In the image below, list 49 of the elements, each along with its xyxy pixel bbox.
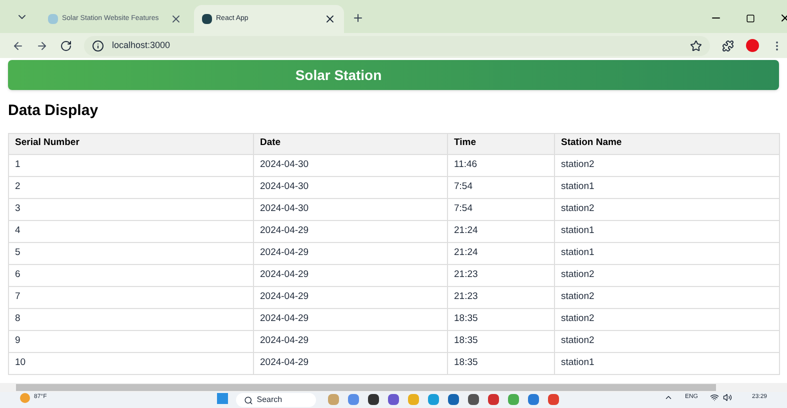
table-cell: 11:46: [448, 154, 555, 176]
address-bar[interactable]: localhost:3000: [84, 36, 710, 56]
table-cell-text: station2: [560, 268, 596, 282]
column-header: Station Name: [560, 136, 623, 150]
table-cell: 5: [9, 242, 254, 264]
table-cell-text: station1: [560, 246, 596, 260]
table-cell: 4: [9, 220, 254, 242]
table-cell: 7:54: [448, 176, 555, 198]
table-cell-text: station1: [560, 180, 596, 194]
table-cell-text: station2: [560, 334, 596, 348]
table-cell-text: station2: [560, 158, 596, 172]
table-cell: 2024-04-29: [254, 352, 448, 374]
table-cell: 10: [9, 352, 254, 374]
table-cell: 21:23: [448, 286, 555, 308]
table-cell: 2024-04-29: [254, 308, 448, 330]
table-cell: 2024-04-30: [254, 176, 448, 198]
table-cell: 21:24: [448, 220, 555, 242]
table-cell: 18:35: [448, 352, 555, 374]
table-cell: 2024-04-30: [254, 154, 448, 176]
table-cell: 9: [9, 330, 254, 352]
column-header: Serial Number: [9, 134, 254, 154]
table-cell: 18:35: [448, 308, 555, 330]
table-cell-text: station1: [560, 224, 596, 238]
url-text: localhost:3000: [112, 38, 170, 52]
table-cell: 2024-04-29: [254, 330, 448, 352]
table-cell: 2024-04-30: [254, 198, 448, 220]
table-cell: 2024-04-29: [254, 220, 448, 242]
table-cell: 1: [9, 154, 254, 176]
column-header: Date: [254, 134, 448, 154]
table-cell: 2024-04-29: [254, 286, 448, 308]
table-cell: 7: [9, 286, 254, 308]
table-cell: 2: [9, 176, 254, 198]
table-cell: 2024-04-29: [254, 242, 448, 264]
table-cell-text: station1: [560, 356, 596, 370]
table-cell: 21:24: [448, 242, 555, 264]
section-title: Data Display: [7, 101, 100, 121]
taskbar-search[interactable]: Search: [236, 393, 316, 407]
table-cell: 3: [9, 198, 254, 220]
table-cell-text: station2: [560, 312, 596, 326]
table-cell: 6: [9, 264, 254, 286]
column-header: Time: [448, 134, 555, 154]
table-cell-text: station2: [560, 290, 596, 304]
table-cell: 7:54: [448, 198, 555, 220]
table-cell: 8: [9, 308, 254, 330]
table-cell-text: station2: [560, 202, 596, 216]
table-cell: 21:23: [448, 264, 555, 286]
app-title: Solar Station: [295, 66, 382, 84]
table-cell: 2024-04-29: [254, 264, 448, 286]
table-cell: 18:35: [448, 330, 555, 352]
